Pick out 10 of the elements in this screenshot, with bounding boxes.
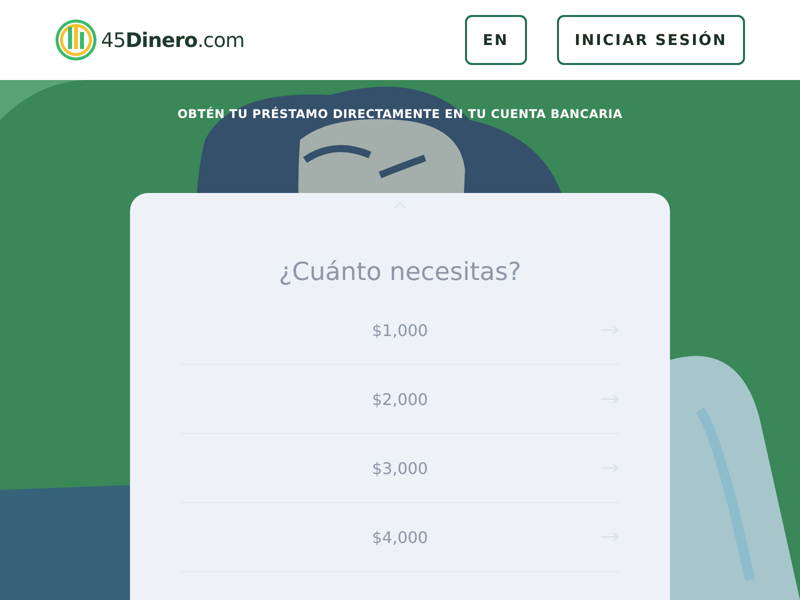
- question-heading: ¿Cuánto necesitas?: [278, 257, 522, 286]
- tagline-text: OBTÉN TU PRÉSTAMO DIRECTAMENTE EN TU CUENTA BANCARIA: [178, 107, 622, 121]
- language-button[interactable]: EN: [464, 15, 527, 65]
- login-button[interactable]: INICIAR SESIÓN: [556, 15, 745, 65]
- amount-option[interactable]: $4,000: [180, 503, 620, 572]
- logo-text: 45Dinero.com: [101, 28, 244, 52]
- amount-option[interactable]: $1,000: [180, 296, 620, 365]
- amount-option[interactable]: $3,000: [180, 434, 620, 503]
- logo-icon: [55, 19, 97, 61]
- amount-option[interactable]: $2,000: [180, 365, 620, 434]
